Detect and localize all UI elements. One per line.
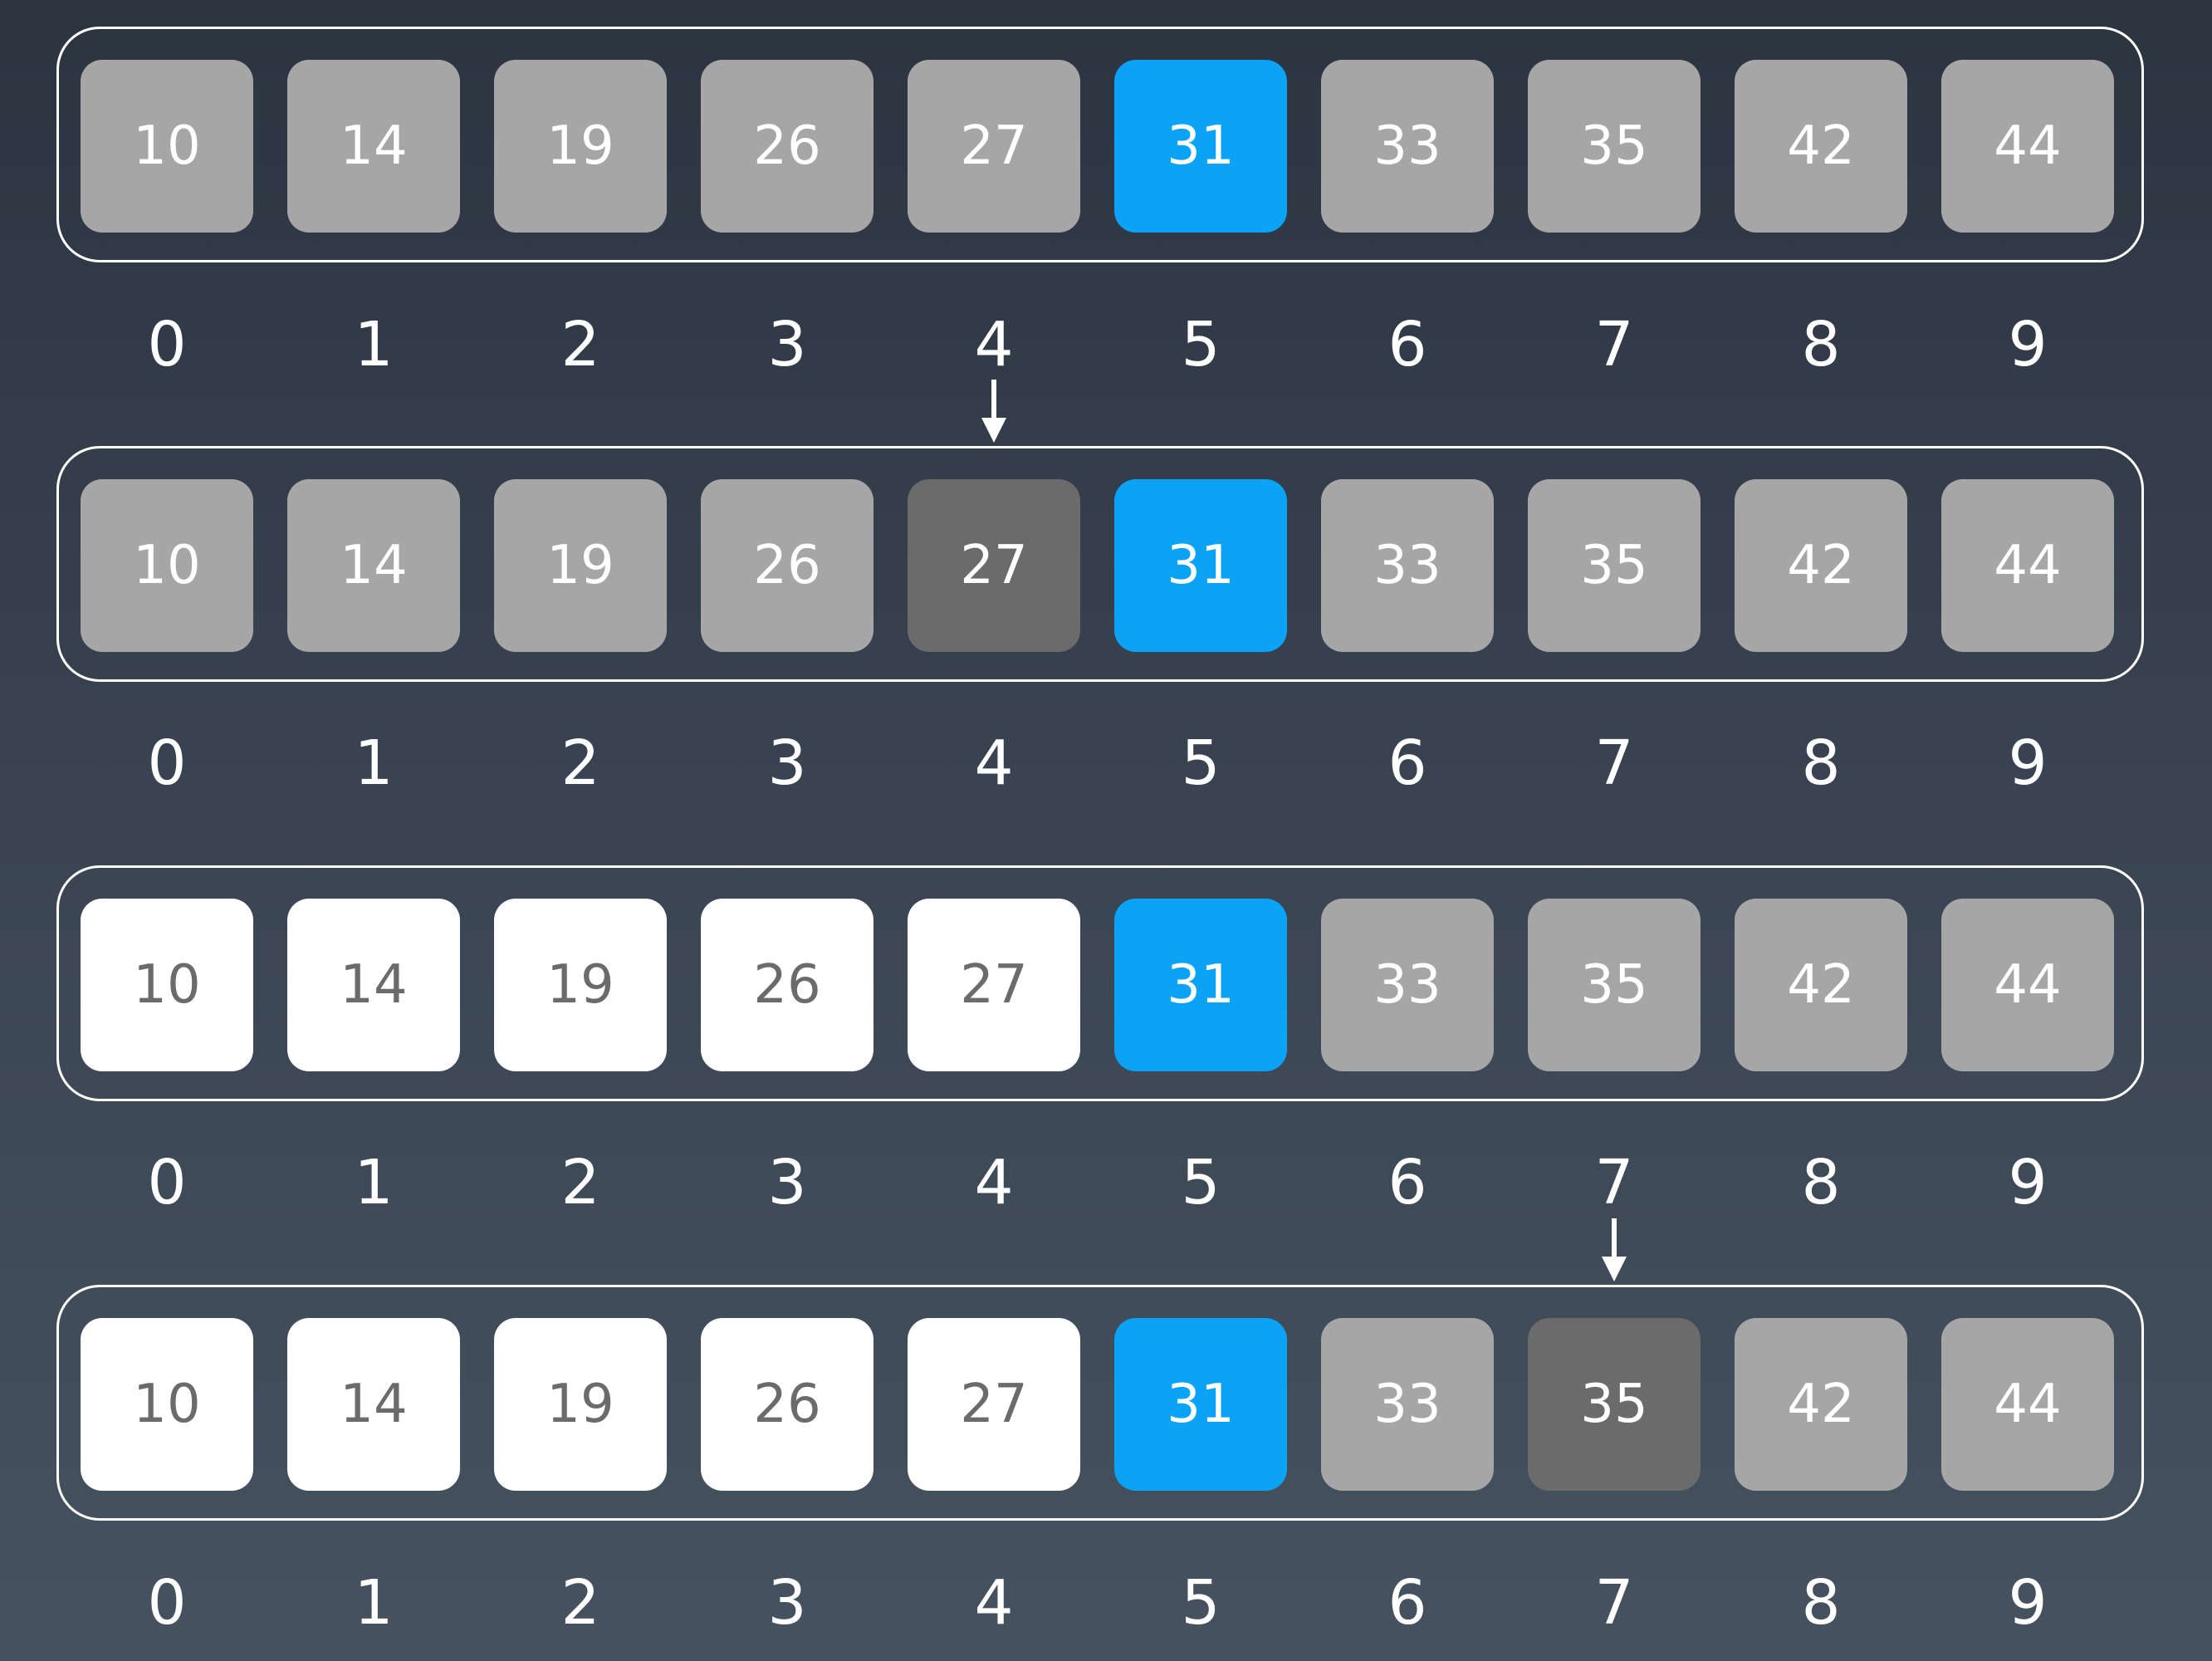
index-label: 3 — [767, 309, 807, 380]
array-cell: 10 — [81, 60, 253, 233]
array-cell: 19 — [494, 899, 667, 1071]
array-cell: 31 — [1114, 1318, 1287, 1491]
index-label: 7 — [1594, 1147, 1634, 1218]
array-row-2: 10 14 19 26 27 31 33 35 42 44 — [56, 446, 2144, 682]
index-label: 9 — [2008, 1567, 2048, 1639]
array-cell: 44 — [1941, 479, 2114, 652]
array-cell: 33 — [1321, 479, 1494, 652]
index-label: 2 — [560, 728, 600, 799]
index-label: 7 — [1594, 309, 1634, 380]
index-label: 7 — [1594, 1567, 1634, 1639]
array-cell: 10 — [81, 1318, 253, 1491]
index-label: 5 — [1181, 1567, 1221, 1639]
pointer-arrow-icon — [981, 380, 1006, 443]
array-cell: 44 — [1941, 60, 2114, 233]
array-cell: 44 — [1941, 899, 2114, 1071]
index-label: 4 — [974, 728, 1014, 799]
index-label: 4 — [974, 1567, 1014, 1639]
array-cell: 14 — [287, 479, 460, 652]
index-label: 8 — [1801, 728, 1841, 799]
index-label: 1 — [354, 1567, 394, 1639]
array-cell: 27 — [908, 60, 1080, 233]
index-label: 2 — [560, 309, 600, 380]
index-label: 4 — [974, 1147, 1014, 1218]
array-cell: 19 — [494, 1318, 667, 1491]
array-cell: 33 — [1321, 899, 1494, 1071]
index-label: 5 — [1181, 1147, 1221, 1218]
array-cell: 35 — [1528, 1318, 1701, 1491]
array-cell: 14 — [287, 1318, 460, 1491]
index-label: 0 — [147, 309, 187, 380]
array-cell: 27 — [908, 899, 1080, 1071]
array-cell: 26 — [701, 1318, 874, 1491]
index-label: 9 — [2008, 728, 2048, 799]
array-cell: 42 — [1735, 1318, 1907, 1491]
index-label: 1 — [354, 728, 394, 799]
index-label: 0 — [147, 1147, 187, 1218]
index-label: 5 — [1181, 728, 1221, 799]
index-label: 6 — [1387, 728, 1427, 799]
pointer-arrow-icon — [1602, 1218, 1627, 1281]
array-cell: 35 — [1528, 60, 1701, 233]
array-cell: 26 — [701, 60, 874, 233]
array-cell: 31 — [1114, 899, 1287, 1071]
index-label: 8 — [1801, 309, 1841, 380]
array-cell: 42 — [1735, 479, 1907, 652]
index-label: 3 — [767, 1567, 807, 1639]
array-row-4: 10 14 19 26 27 31 33 35 42 44 — [56, 1285, 2144, 1521]
array-cell: 26 — [701, 479, 874, 652]
index-label: 0 — [147, 1567, 187, 1639]
array-cell: 10 — [81, 899, 253, 1071]
index-label: 6 — [1387, 309, 1427, 380]
array-cell: 35 — [1528, 479, 1701, 652]
array-row-1: 10 14 19 26 27 31 33 35 42 44 — [56, 27, 2144, 262]
index-label: 4 — [974, 309, 1014, 380]
array-cell: 31 — [1114, 60, 1287, 233]
index-label: 3 — [767, 1147, 807, 1218]
index-label: 3 — [767, 728, 807, 799]
index-label: 6 — [1387, 1147, 1427, 1218]
array-cell: 31 — [1114, 479, 1287, 652]
array-cell: 10 — [81, 479, 253, 652]
index-label: 9 — [2008, 309, 2048, 380]
index-label: 2 — [560, 1147, 600, 1218]
index-label: 2 — [560, 1567, 600, 1639]
array-cell: 14 — [287, 60, 460, 233]
index-label: 6 — [1387, 1567, 1427, 1639]
array-cell: 26 — [701, 899, 874, 1071]
index-label: 0 — [147, 728, 187, 799]
array-cell: 42 — [1735, 899, 1907, 1071]
index-label: 5 — [1181, 309, 1221, 380]
array-cell: 27 — [908, 479, 1080, 652]
array-cell: 19 — [494, 60, 667, 233]
array-cell: 33 — [1321, 60, 1494, 233]
array-cell: 35 — [1528, 899, 1701, 1071]
index-label: 1 — [354, 309, 394, 380]
index-label: 8 — [1801, 1147, 1841, 1218]
array-cell: 19 — [494, 479, 667, 652]
array-cell: 14 — [287, 899, 460, 1071]
array-cell: 42 — [1735, 60, 1907, 233]
index-label: 9 — [2008, 1147, 2048, 1218]
index-label: 1 — [354, 1147, 394, 1218]
index-label: 8 — [1801, 1567, 1841, 1639]
array-row-3: 10 14 19 26 27 31 33 35 42 44 — [56, 865, 2144, 1101]
array-cell: 44 — [1941, 1318, 2114, 1491]
index-label: 7 — [1594, 728, 1634, 799]
array-cell: 27 — [908, 1318, 1080, 1491]
array-cell: 33 — [1321, 1318, 1494, 1491]
